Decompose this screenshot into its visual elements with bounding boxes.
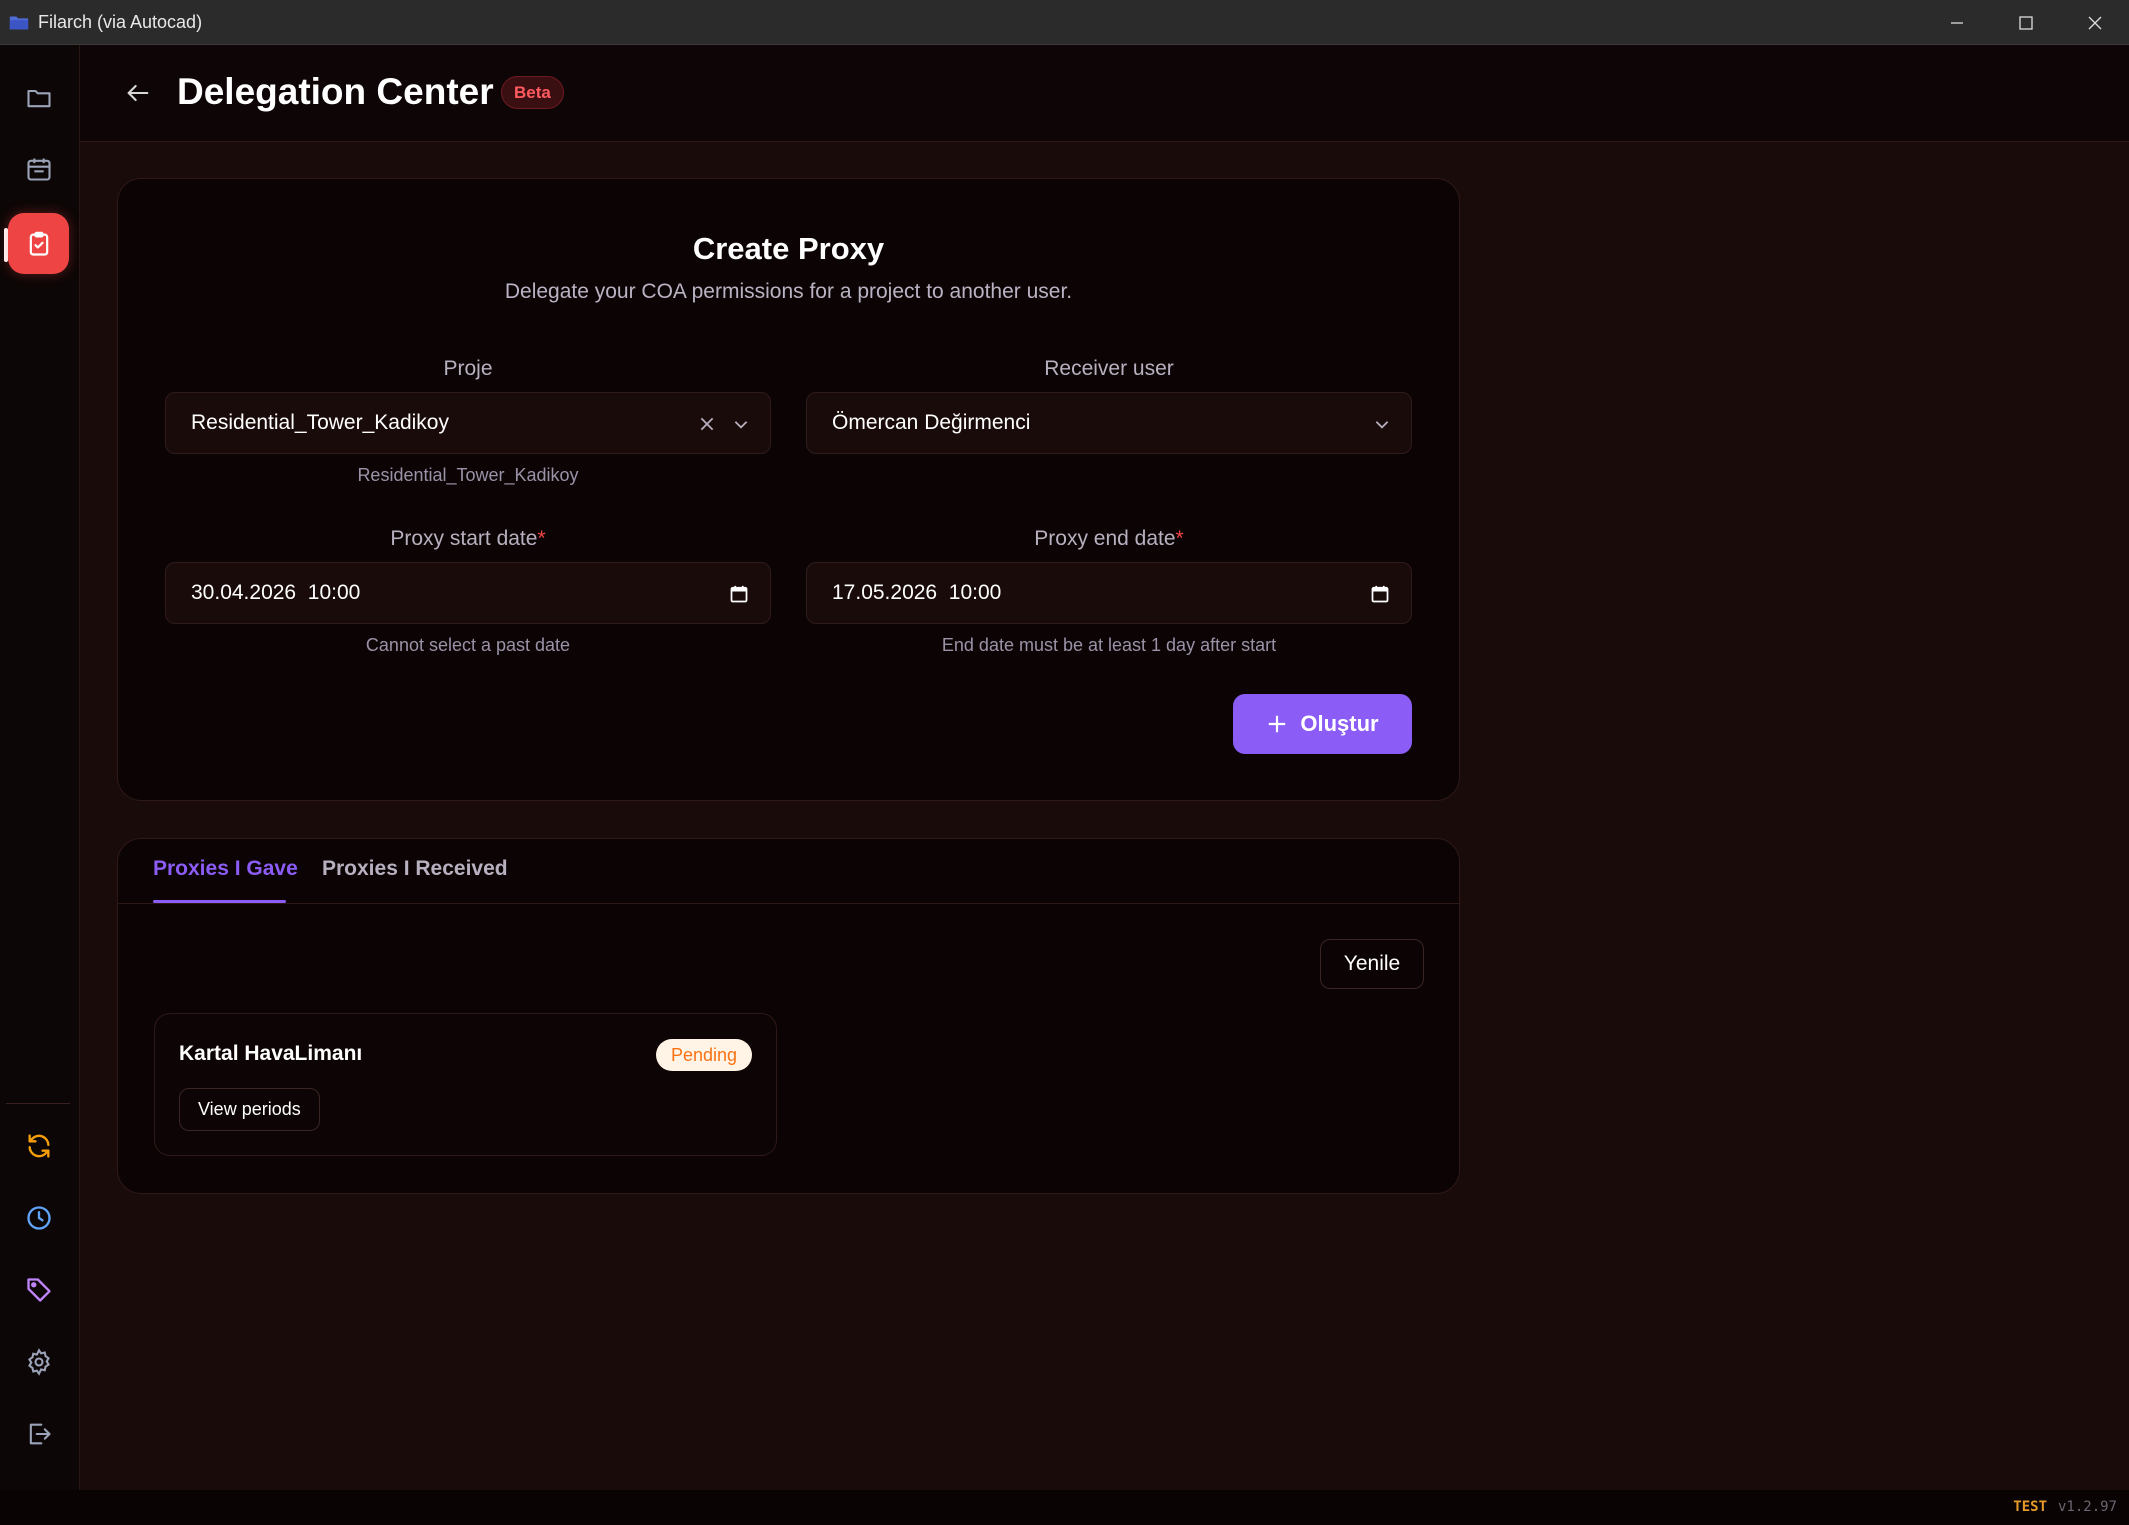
plus-icon (1269, 715, 1286, 733)
start-date-label: Proxy start date* (390, 527, 546, 550)
maximize-button[interactable] (1991, 0, 2060, 45)
clear-project-button[interactable] (693, 410, 721, 438)
receiver-value: Ömercan Değirmenci (832, 411, 1031, 434)
gear-icon (27, 1347, 50, 1376)
sync-icon (28, 1133, 49, 1158)
view-periods-button[interactable]: View periods (179, 1088, 320, 1131)
logout-icon (29, 1423, 51, 1444)
tab-proxies-gave[interactable]: Proxies I Gave (153, 857, 298, 881)
project-value: Residential_Tower_Kadikoy (191, 411, 449, 434)
back-button[interactable] (122, 77, 154, 109)
chevron-down-icon (734, 421, 748, 429)
proxies-panel: Proxies I Gave Proxies I Received Yenile… (117, 838, 1460, 1194)
clipboard-check-icon (29, 231, 48, 256)
receiver-label: Receiver user (1044, 357, 1174, 380)
start-date-picker-button[interactable] (725, 580, 753, 608)
create-proxy-card: Create Proxy Delegate your COA permissio… (117, 178, 1460, 801)
window-title: Filarch (via Autocad) (38, 11, 203, 32)
required-marker: * (537, 527, 546, 550)
sidebar-divider (6, 1103, 70, 1104)
page-header: Delegation Center Beta (80, 45, 2129, 142)
refresh-button[interactable]: Yenile (1320, 939, 1424, 989)
beta-badge: Beta (501, 76, 564, 109)
sidebar-item-settings[interactable] (8, 1331, 69, 1392)
start-date-hint: Cannot select a past date (365, 635, 571, 655)
active-tab-underline (153, 900, 286, 903)
close-window-button[interactable] (2060, 0, 2129, 45)
maximize-icon (2018, 15, 2033, 30)
tag-icon (26, 1277, 51, 1302)
status-badge: Pending (655, 1039, 752, 1071)
end-date-input[interactable]: 17.05.2026 10:00 (806, 562, 1412, 624)
arrow-left-icon (127, 84, 149, 102)
create-proxy-label: Oluştur (1300, 711, 1379, 736)
sidebar-item-sync[interactable] (8, 1115, 69, 1176)
end-date-picker-button[interactable] (1366, 580, 1394, 608)
clear-icon (700, 417, 714, 431)
environment-label: TEST (2013, 1499, 2047, 1515)
list-item: Kartal HavaLimanı Pending View periods (154, 1013, 777, 1156)
receiver-select[interactable]: Ömercan Değirmenci (806, 392, 1412, 454)
end-date-hint: End date must be at least 1 day after st… (941, 635, 1277, 655)
required-marker: * (1175, 527, 1184, 550)
chevron-down-icon (1375, 421, 1389, 429)
sidebar-item-history[interactable] (8, 1187, 69, 1248)
sidebar-item-files[interactable] (8, 67, 69, 128)
create-proxy-button[interactable]: Oluştur (1233, 694, 1412, 754)
end-date-value: 17.05.2026 10:00 (832, 581, 1002, 604)
end-date-label: Proxy end date* (1034, 527, 1184, 550)
sidebar-rail (0, 45, 80, 1490)
card-title: Create Proxy (692, 231, 885, 266)
calendar-icon (730, 585, 748, 603)
start-date-input[interactable]: 30.04.2026 10:00 (165, 562, 771, 624)
card-subtitle: Delegate your COA permissions for a proj… (504, 280, 1073, 303)
window-titlebar: Filarch (via Autocad) (0, 0, 2129, 45)
proxies-tabbar: Proxies I Gave Proxies I Received (118, 839, 1459, 904)
proxy-project-name: Kartal HavaLimanı (179, 1042, 363, 1065)
receiver-dropdown-toggle[interactable] (1368, 410, 1396, 438)
sidebar-item-tags[interactable] (8, 1259, 69, 1320)
project-dropdown-toggle[interactable] (727, 410, 755, 438)
close-icon (2088, 16, 2101, 29)
page-title: Delegation Center (177, 71, 494, 112)
clock-icon (26, 1205, 51, 1230)
sidebar-item-logout[interactable] (8, 1403, 69, 1464)
project-hint: Residential_Tower_Kadikoy (357, 465, 579, 485)
folder-icon (26, 89, 51, 107)
project-select[interactable]: Residential_Tower_Kadikoy (165, 392, 771, 454)
calendar-icon (1371, 585, 1389, 603)
folder-app-icon (9, 16, 29, 30)
minimize-button[interactable] (1922, 0, 1991, 45)
project-label: Proje (443, 357, 493, 380)
sidebar-item-delegation[interactable] (8, 213, 69, 274)
minimize-icon (1950, 21, 1963, 24)
sidebar-item-calendar[interactable] (8, 138, 69, 199)
status-bar: TEST v1.2.97 (0, 1490, 2129, 1525)
start-date-value: 30.04.2026 10:00 (191, 581, 361, 604)
calendar-icon (26, 158, 51, 181)
tab-proxies-received[interactable]: Proxies I Received (322, 857, 508, 881)
version-label: v1.2.97 (2057, 1499, 2117, 1515)
